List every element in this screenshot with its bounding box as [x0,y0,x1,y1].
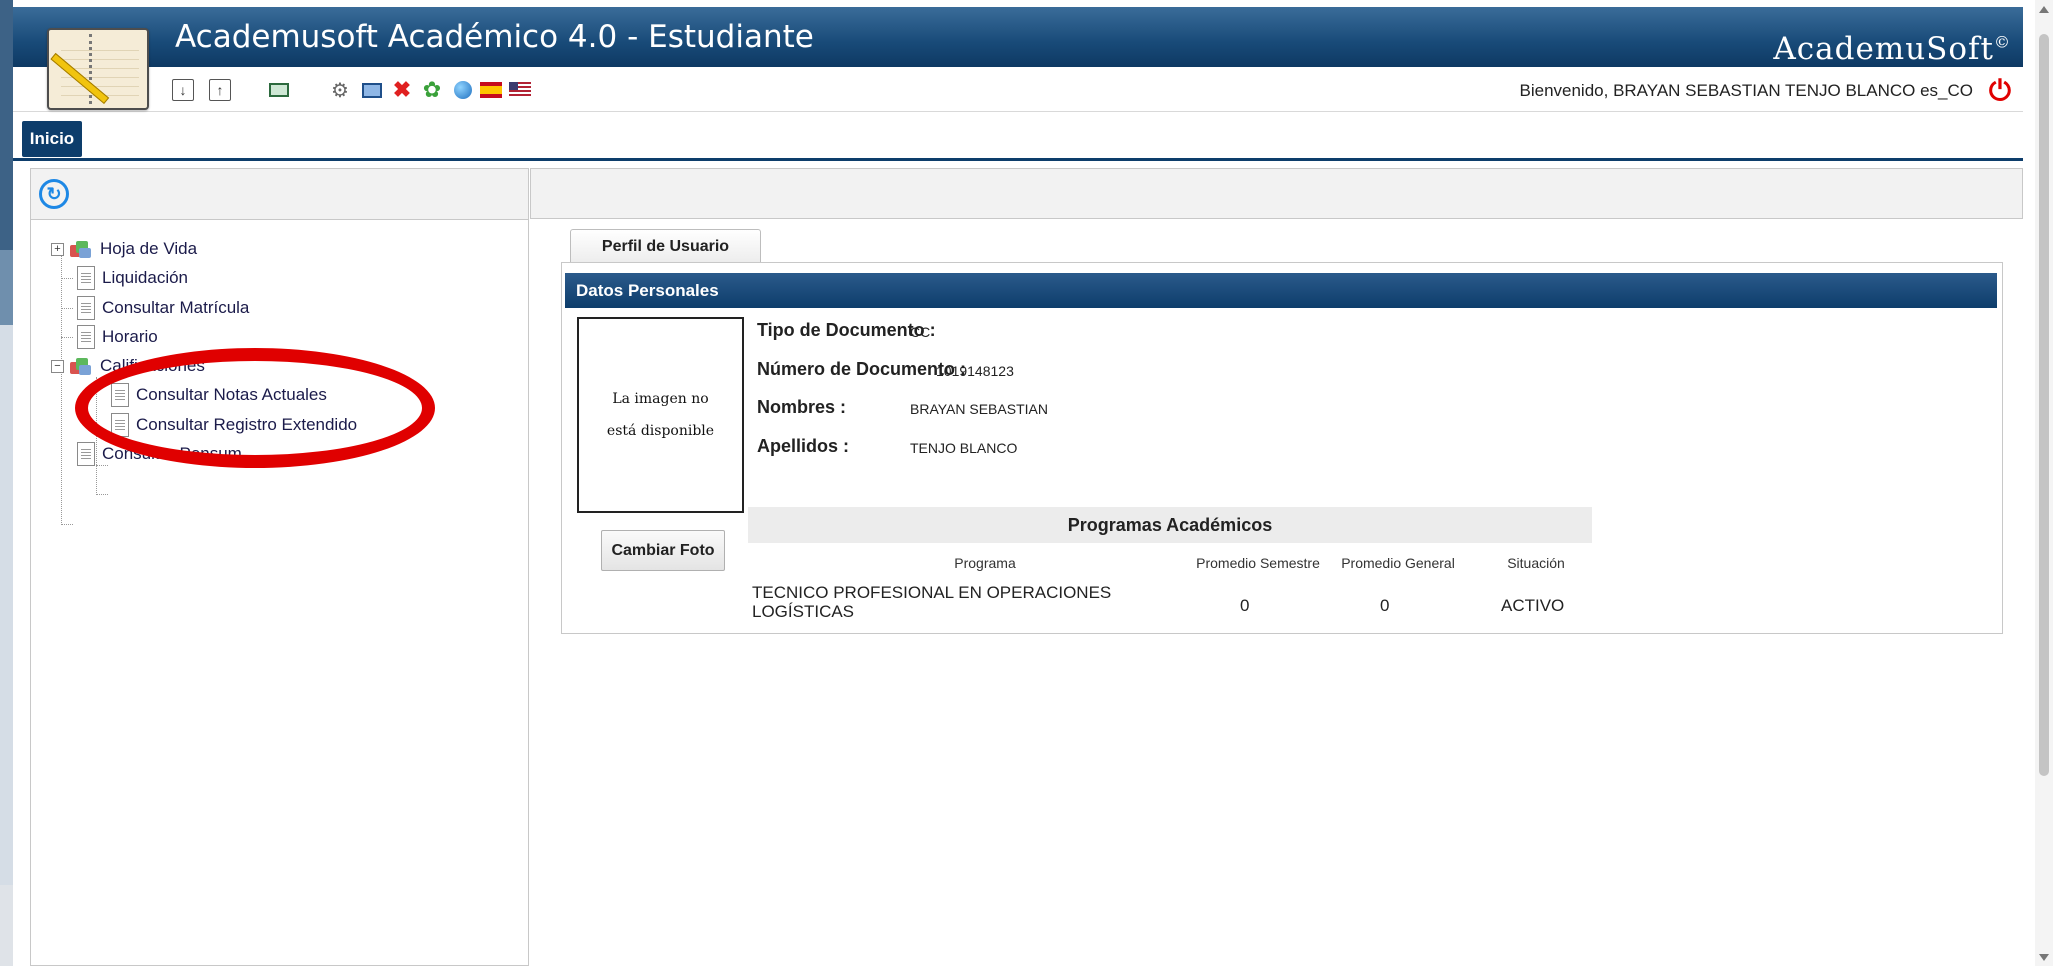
field-value-apellidos: TENJO BLANCO [910,440,1018,456]
tree-item-consultar-matricula[interactable]: Consultar Matrícula [77,294,249,322]
screen-icon[interactable] [268,79,290,101]
brand-logo: AcademuSoft© [1773,31,2011,67]
cell-programa: TECNICO PROFESIONAL EN OPERACIONES LOGÍS… [752,583,1111,621]
field-label-apellidos: Apellidos : [757,436,850,456]
cell-situacion: ACTIVO [1501,596,1565,615]
tree-item-label: Liquidación [102,268,189,287]
scroll-up-icon[interactable] [2039,6,2049,13]
header-bar: Academusoft Académico 4.0 - Estudiante A… [13,7,2023,67]
profile-panel: Datos Personales La imagen no está dispon… [561,262,2003,634]
monitor-icon[interactable] [361,79,383,101]
tree-item-horario[interactable]: Horario [77,323,158,351]
brand-copyright-mark: © [1994,32,2011,52]
flower-icon[interactable]: ✿ [421,77,443,102]
scroll-down-icon[interactable] [2039,954,2049,961]
refresh-icon[interactable]: ↻ [39,179,69,209]
cell-promedio-general: 0 [1380,596,1390,615]
app-title: Academusoft Académico 4.0 - Estudiante [175,19,814,55]
folder-icon [70,239,92,259]
power-icon[interactable]: ⏻ [1989,75,2011,108]
photo-placeholder-line1: La imagen no [612,391,709,407]
tree-item-label: Consultar Matrícula [102,298,250,317]
usa-flag-icon[interactable] [509,79,531,101]
cell-promedio-semestre: 0 [1240,596,1250,615]
app-window: Academusoft Académico 4.0 - Estudiante A… [13,0,2023,966]
annotation-circle [75,348,435,468]
field-value-tipo-documento: CC [910,324,931,340]
field-label-numero-documento: Número de Documento : [757,359,967,379]
menu-panel-toolbar: ↻ [31,169,528,220]
profile-photo-placeholder: La imagen no está disponible [577,317,744,513]
field-value-numero-documento: 1019148123 [936,363,1014,379]
toolbar: ↓ ↑ ⚙ ✖ ✿ Bienvenido, BRAYAN SEBASTIAN T… [13,67,2023,112]
welcome-text: Bienvenido, BRAYAN SEBASTIAN TENJO BLANC… [1519,81,1974,100]
column-header-promedio-semestre: Promedio Semestre [1196,555,1320,571]
scrollbar-thumb[interactable] [2039,34,2049,776]
field-value-nombres: BRAYAN SEBASTIAN [910,401,1048,417]
section-header-datos-personales: Datos Personales [565,273,1997,308]
gear-icon[interactable]: ⚙ [329,79,351,102]
tab-inicio[interactable]: Inicio [22,121,82,157]
vertical-scrollbar[interactable] [2035,0,2053,966]
cell-programa-line1: TECNICO PROFESIONAL EN OPERACIONES [752,583,1112,602]
document-icon [77,296,95,320]
tree-item-hoja-de-vida[interactable]: + Hoja de Vida [51,235,197,263]
document-icon [77,325,95,349]
download-icon[interactable]: ↓ [172,79,194,101]
document-icon [77,442,95,466]
tab-perfil-de-usuario[interactable]: Perfil de Usuario [570,229,761,264]
programs-title: Programas Académicos [748,507,1592,543]
upload-icon[interactable]: ↑ [209,79,231,101]
spain-flag-icon[interactable] [480,79,502,101]
tree-item-label: Hoja de Vida [100,239,198,258]
column-header-promedio-general: Promedio General [1341,555,1455,571]
menu-panel: ↻ + Hoja de Vida Liquidación Consultar M… [30,168,529,966]
field-label-nombres: Nombres : [757,397,847,417]
field-label-tipo-documento: Tipo de Documento : [757,320,936,340]
nav-divider [13,158,2023,161]
content-toolbar [530,168,2023,219]
collapse-icon[interactable]: − [51,359,64,373]
folder-icon [70,356,92,376]
photo-placeholder-line2: está disponible [606,423,715,439]
tree-item-label: Horario [102,327,158,346]
expand-icon[interactable]: + [51,242,64,256]
brand-name: AcademuSoft [1773,31,1994,67]
document-icon [77,266,95,290]
tree-item-liquidacion[interactable]: Liquidación [77,264,188,292]
column-header-situacion: Situación [1507,555,1565,571]
window-edge [0,0,13,966]
change-photo-button[interactable]: Cambiar Foto [601,530,725,571]
globe-icon[interactable] [452,79,474,101]
column-header-programa: Programa [954,555,1016,571]
close-icon[interactable]: ✖ [391,77,413,102]
cell-programa-line2: LOGÍSTICAS [752,602,855,621]
